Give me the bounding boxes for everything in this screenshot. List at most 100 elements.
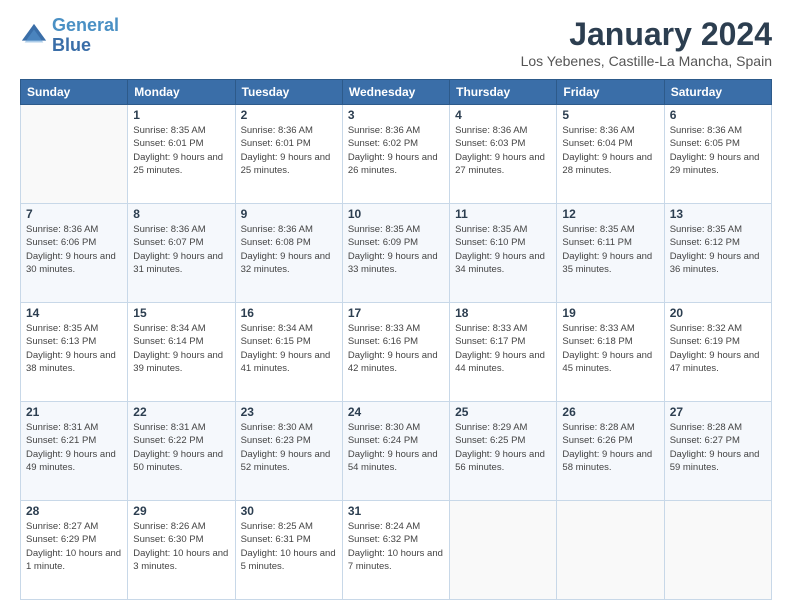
day-info: Sunrise: 8:24 AMSunset: 6:32 PMDaylight:…	[348, 520, 444, 573]
col-wednesday: Wednesday	[342, 80, 449, 105]
calendar-week-0: 1 Sunrise: 8:35 AMSunset: 6:01 PMDaylight…	[21, 105, 772, 204]
col-thursday: Thursday	[450, 80, 557, 105]
calendar-cell: 11Sunrise: 8:35 AMSunset: 6:10 PMDayligh…	[450, 204, 557, 303]
day-number: 7	[26, 207, 122, 221]
header-row: Sunday Monday Tuesday Wednesday Thursday…	[21, 80, 772, 105]
col-tuesday: Tuesday	[235, 80, 342, 105]
calendar-week-4: 28 Sunrise: 8:27 AMSunset: 6:29 PMDayligh…	[21, 501, 772, 600]
calendar-cell: 24 Sunrise: 8:30 AMSunset: 6:24 PMDayligh…	[342, 402, 449, 501]
day-info: Sunrise: 8:27 AMSunset: 6:29 PMDaylight:…	[26, 520, 122, 573]
page: General Blue January 2024 Los Yebenes, C…	[0, 0, 792, 612]
day-number: 26	[562, 405, 658, 419]
day-number: 13	[670, 207, 766, 221]
calendar-cell: 26 Sunrise: 8:28 AMSunset: 6:26 PMDayligh…	[557, 402, 664, 501]
calendar-cell: 25Sunrise: 8:29 AMSunset: 6:25 PMDayligh…	[450, 402, 557, 501]
day-number: 17	[348, 306, 444, 320]
day-info: Sunrise: 8:25 AMSunset: 6:31 PMDaylight:…	[241, 520, 337, 573]
day-info: Sunrise: 8:31 AMSunset: 6:22 PMDaylight:…	[133, 421, 229, 474]
day-number: 8	[133, 207, 229, 221]
day-number: 5	[562, 108, 658, 122]
calendar-cell: 2 Sunrise: 8:36 AMSunset: 6:01 PMDaylight…	[235, 105, 342, 204]
calendar-cell	[664, 501, 771, 600]
day-info: Sunrise: 8:30 AMSunset: 6:24 PMDaylight:…	[348, 421, 444, 474]
day-number: 3	[348, 108, 444, 122]
day-number: 20	[670, 306, 766, 320]
day-number: 21	[26, 405, 122, 419]
day-number: 2	[241, 108, 337, 122]
day-number: 12	[562, 207, 658, 221]
day-info: Sunrise: 8:30 AMSunset: 6:23 PMDaylight:…	[241, 421, 337, 474]
calendar-week-2: 14Sunrise: 8:35 AMSunset: 6:13 PMDayligh…	[21, 303, 772, 402]
day-info: Sunrise: 8:33 AMSunset: 6:18 PMDaylight:…	[562, 322, 658, 375]
day-info: Sunrise: 8:36 AMSunset: 6:01 PMDaylight:…	[241, 124, 337, 177]
subtitle: Los Yebenes, Castille-La Mancha, Spain	[521, 53, 772, 69]
day-info: Sunrise: 8:35 AMSunset: 6:09 PMDaylight:…	[348, 223, 444, 276]
col-monday: Monday	[128, 80, 235, 105]
logo-text: General Blue	[52, 16, 119, 56]
col-saturday: Saturday	[664, 80, 771, 105]
calendar-cell: 18Sunrise: 8:33 AMSunset: 6:17 PMDayligh…	[450, 303, 557, 402]
calendar-cell: 13 Sunrise: 8:35 AMSunset: 6:12 PMDayligh…	[664, 204, 771, 303]
calendar-cell	[21, 105, 128, 204]
day-number: 27	[670, 405, 766, 419]
calendar-cell: 22 Sunrise: 8:31 AMSunset: 6:22 PMDayligh…	[128, 402, 235, 501]
logo-icon	[20, 22, 48, 50]
day-info: Sunrise: 8:28 AMSunset: 6:26 PMDaylight:…	[562, 421, 658, 474]
day-info: Sunrise: 8:34 AMSunset: 6:14 PMDaylight:…	[133, 322, 229, 375]
calendar-cell: 19 Sunrise: 8:33 AMSunset: 6:18 PMDayligh…	[557, 303, 664, 402]
calendar-cell: 31 Sunrise: 8:24 AMSunset: 6:32 PMDayligh…	[342, 501, 449, 600]
day-info: Sunrise: 8:36 AMSunset: 6:08 PMDaylight:…	[241, 223, 337, 276]
day-info: Sunrise: 8:31 AMSunset: 6:21 PMDaylight:…	[26, 421, 122, 474]
calendar-cell: 27 Sunrise: 8:28 AMSunset: 6:27 PMDayligh…	[664, 402, 771, 501]
day-number: 23	[241, 405, 337, 419]
day-number: 16	[241, 306, 337, 320]
day-info: Sunrise: 8:26 AMSunset: 6:30 PMDaylight:…	[133, 520, 229, 573]
day-info: Sunrise: 8:35 AMSunset: 6:13 PMDaylight:…	[26, 322, 122, 375]
day-info: Sunrise: 8:35 AMSunset: 6:12 PMDaylight:…	[670, 223, 766, 276]
day-number: 31	[348, 504, 444, 518]
col-friday: Friday	[557, 80, 664, 105]
calendar-cell: 5Sunrise: 8:36 AMSunset: 6:04 PMDaylight…	[557, 105, 664, 204]
calendar-cell: 10Sunrise: 8:35 AMSunset: 6:09 PMDayligh…	[342, 204, 449, 303]
day-info: Sunrise: 8:34 AMSunset: 6:15 PMDaylight:…	[241, 322, 337, 375]
calendar-header: Sunday Monday Tuesday Wednesday Thursday…	[21, 80, 772, 105]
calendar-cell: 20 Sunrise: 8:32 AMSunset: 6:19 PMDayligh…	[664, 303, 771, 402]
day-number: 30	[241, 504, 337, 518]
calendar-cell: 17 Sunrise: 8:33 AMSunset: 6:16 PMDayligh…	[342, 303, 449, 402]
day-info: Sunrise: 8:32 AMSunset: 6:19 PMDaylight:…	[670, 322, 766, 375]
calendar-cell: 12Sunrise: 8:35 AMSunset: 6:11 PMDayligh…	[557, 204, 664, 303]
calendar-table: Sunday Monday Tuesday Wednesday Thursday…	[20, 79, 772, 600]
logo: General Blue	[20, 16, 119, 56]
calendar-cell: 30 Sunrise: 8:25 AMSunset: 6:31 PMDayligh…	[235, 501, 342, 600]
day-number: 1	[133, 108, 229, 122]
day-number: 15	[133, 306, 229, 320]
header: General Blue January 2024 Los Yebenes, C…	[20, 16, 772, 69]
day-number: 18	[455, 306, 551, 320]
main-title: January 2024	[521, 16, 772, 53]
day-info: Sunrise: 8:36 AMSunset: 6:05 PMDaylight:…	[670, 124, 766, 177]
calendar-cell: 23 Sunrise: 8:30 AMSunset: 6:23 PMDayligh…	[235, 402, 342, 501]
calendar-cell: 14Sunrise: 8:35 AMSunset: 6:13 PMDayligh…	[21, 303, 128, 402]
day-info: Sunrise: 8:35 AMSunset: 6:10 PMDaylight:…	[455, 223, 551, 276]
calendar-week-3: 21 Sunrise: 8:31 AMSunset: 6:21 PMDayligh…	[21, 402, 772, 501]
day-info: Sunrise: 8:36 AMSunset: 6:07 PMDaylight:…	[133, 223, 229, 276]
calendar-cell: 21 Sunrise: 8:31 AMSunset: 6:21 PMDayligh…	[21, 402, 128, 501]
day-number: 28	[26, 504, 122, 518]
calendar-cell: 9Sunrise: 8:36 AMSunset: 6:08 PMDaylight…	[235, 204, 342, 303]
day-info: Sunrise: 8:36 AMSunset: 6:02 PMDaylight:…	[348, 124, 444, 177]
day-number: 19	[562, 306, 658, 320]
day-info: Sunrise: 8:35 AMSunset: 6:01 PMDaylight:…	[133, 124, 229, 177]
calendar-cell: 8 Sunrise: 8:36 AMSunset: 6:07 PMDaylight…	[128, 204, 235, 303]
day-number: 24	[348, 405, 444, 419]
day-number: 22	[133, 405, 229, 419]
calendar-cell	[557, 501, 664, 600]
title-area: January 2024 Los Yebenes, Castille-La Ma…	[521, 16, 772, 69]
calendar-cell: 16 Sunrise: 8:34 AMSunset: 6:15 PMDayligh…	[235, 303, 342, 402]
calendar-cell: 7Sunrise: 8:36 AMSunset: 6:06 PMDaylight…	[21, 204, 128, 303]
day-info: Sunrise: 8:29 AMSunset: 6:25 PMDaylight:…	[455, 421, 551, 474]
calendar-cell: 4Sunrise: 8:36 AMSunset: 6:03 PMDaylight…	[450, 105, 557, 204]
day-info: Sunrise: 8:28 AMSunset: 6:27 PMDaylight:…	[670, 421, 766, 474]
day-number: 29	[133, 504, 229, 518]
calendar-body: 1 Sunrise: 8:35 AMSunset: 6:01 PMDaylight…	[21, 105, 772, 600]
day-info: Sunrise: 8:33 AMSunset: 6:16 PMDaylight:…	[348, 322, 444, 375]
